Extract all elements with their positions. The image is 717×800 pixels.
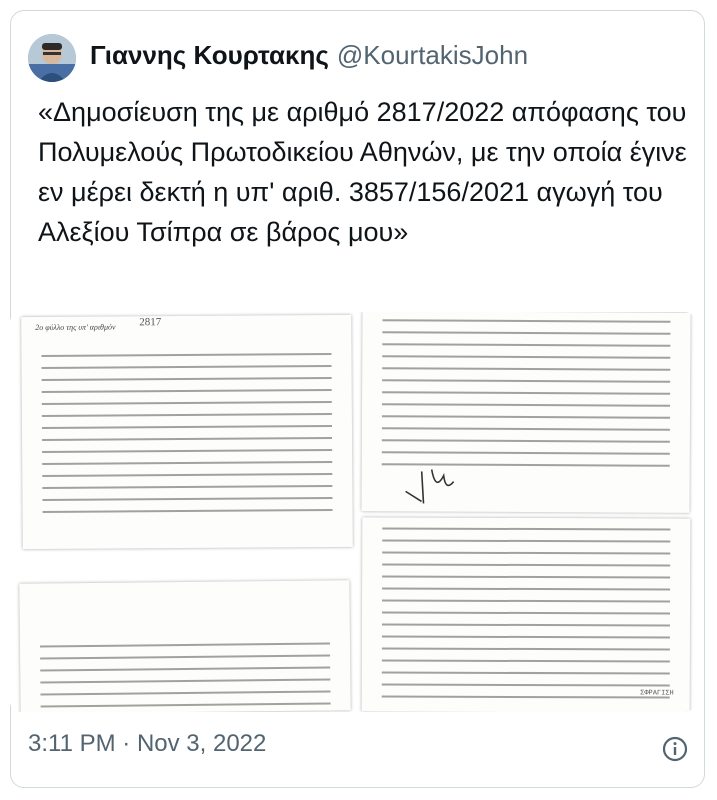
info-icon[interactable] — [662, 736, 688, 762]
signature-mark — [405, 469, 455, 504]
tweet-header: Γιαννης Κουρτακης @KourtakisJohn — [90, 38, 528, 72]
document-page-4: ΣΦΡΑΓΙΣΗ — [361, 517, 691, 712]
timestamp-separator: · — [122, 730, 131, 757]
author-name[interactable]: Γιαννης Κουρτακης — [90, 40, 329, 70]
avatar-image — [28, 34, 76, 82]
tweet-text: «Δημοσίευση της με αριθμό 2817/2022 απόφ… — [38, 97, 687, 247]
avatar[interactable] — [28, 34, 76, 82]
tweet-date: Nov 3, 2022 — [136, 730, 267, 757]
tweet-time: 3:11 PM — [28, 730, 116, 757]
author-handle[interactable]: @KourtakisJohn — [337, 40, 528, 70]
document-page-2 — [361, 312, 691, 513]
document-page-1: 2ο φύλλο της υπ' αριθμόν 2817 — [21, 314, 353, 550]
doc-stamp: ΣΦΡΑΓΙΣΗ — [640, 689, 674, 698]
tweet-timestamp[interactable]: 3:11 PM · Nov 3, 2022 — [28, 728, 266, 760]
doc-header-text: 2ο φύλλο της υπ' αριθμόν — [35, 322, 116, 333]
document-page-3 — [19, 580, 351, 712]
tweet-media[interactable]: 2ο φύλλο της υπ' αριθμόν 2817 ΣΦΡΑΓΙΣΗ — [10, 312, 695, 712]
doc-number: 2817 — [139, 316, 162, 329]
